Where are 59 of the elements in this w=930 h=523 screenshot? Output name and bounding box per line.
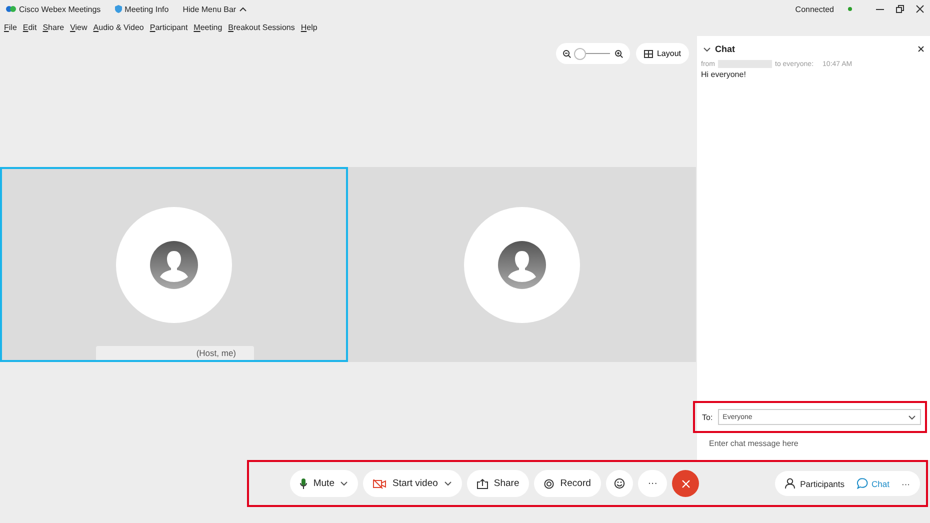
connection-status: Connected: [795, 4, 834, 14]
caret-up-icon: [239, 6, 248, 12]
restore-icon[interactable]: [896, 5, 904, 13]
close-icon[interactable]: [918, 46, 924, 52]
participant-name-label: (Host, me): [96, 346, 254, 360]
mic-button[interactable]: Mute: [290, 470, 358, 497]
close-icon[interactable]: [916, 5, 924, 13]
cross-icon: [682, 480, 690, 488]
zoom-control[interactable]: [556, 43, 630, 64]
hide-menu-bar-button[interactable]: Hide Menu Bar: [182, 4, 248, 14]
menu-item[interactable]: View: [70, 22, 88, 32]
video-tile[interactable]: [348, 167, 696, 362]
zoom-in-icon[interactable]: [614, 50, 623, 58]
menu-item[interactable]: Breakout Sessions: [228, 22, 295, 32]
chat-message: Hi everyone!: [701, 70, 747, 79]
microphone-icon: [300, 478, 308, 490]
grid-icon: [644, 50, 653, 58]
minimize-icon[interactable]: [876, 8, 884, 10]
status-dot-icon: [848, 7, 852, 11]
caret-icon: [444, 481, 452, 486]
record-button[interactable]: Record: [534, 470, 601, 497]
shield-icon: [114, 5, 122, 13]
menu-item[interactable]: Meeting: [194, 22, 222, 32]
share-icon: [476, 478, 488, 488]
person-silhouette-icon: [498, 240, 546, 288]
to-label: To:: [702, 412, 713, 422]
app-logo-icon: [6, 5, 16, 13]
caret-icon: [340, 481, 348, 486]
video-tile[interactable]: (Host, me): [0, 167, 348, 362]
zoom-slider-thumb[interactable]: [574, 48, 586, 60]
reactions-button[interactable]: [606, 470, 633, 497]
person-silhouette-icon: [150, 240, 198, 288]
leave-meeting-button[interactable]: [672, 470, 700, 497]
chat-title: Chat: [715, 44, 735, 54]
speech-bubble-icon: [856, 478, 868, 489]
meeting-info-button[interactable]: Meeting Info: [124, 4, 169, 14]
menu-item[interactable]: Help: [300, 22, 318, 32]
app-title: Cisco Webex Meetings: [19, 4, 101, 14]
menu-item[interactable]: Share: [42, 22, 64, 32]
layout-button[interactable]: Layout: [636, 43, 689, 64]
zoom-out-icon[interactable]: [562, 50, 571, 58]
redacted-name: [718, 60, 772, 68]
menu-item[interactable]: File: [4, 22, 17, 32]
menu-item[interactable]: Participant: [150, 22, 188, 32]
more-options-button[interactable]: ···: [896, 478, 916, 488]
chat-panel-button[interactable]: Chat: [850, 478, 896, 489]
more-button[interactable]: ···: [638, 470, 668, 497]
person-icon: [785, 478, 796, 489]
collapse-caret-icon: [703, 46, 711, 52]
menu-item[interactable]: Edit: [22, 22, 37, 32]
share-button[interactable]: Share: [466, 470, 530, 497]
smiley-icon: [614, 478, 625, 489]
chat-input-field[interactable]: Enter chat message here: [697, 433, 930, 460]
menu-item[interactable]: Audio & Video: [93, 22, 144, 32]
video-button[interactable]: Start video: [363, 470, 462, 497]
record-icon: [544, 478, 554, 488]
participants-panel-button[interactable]: Participants: [779, 478, 851, 489]
caret-icon: [908, 414, 916, 420]
video-off-icon: [373, 478, 386, 488]
